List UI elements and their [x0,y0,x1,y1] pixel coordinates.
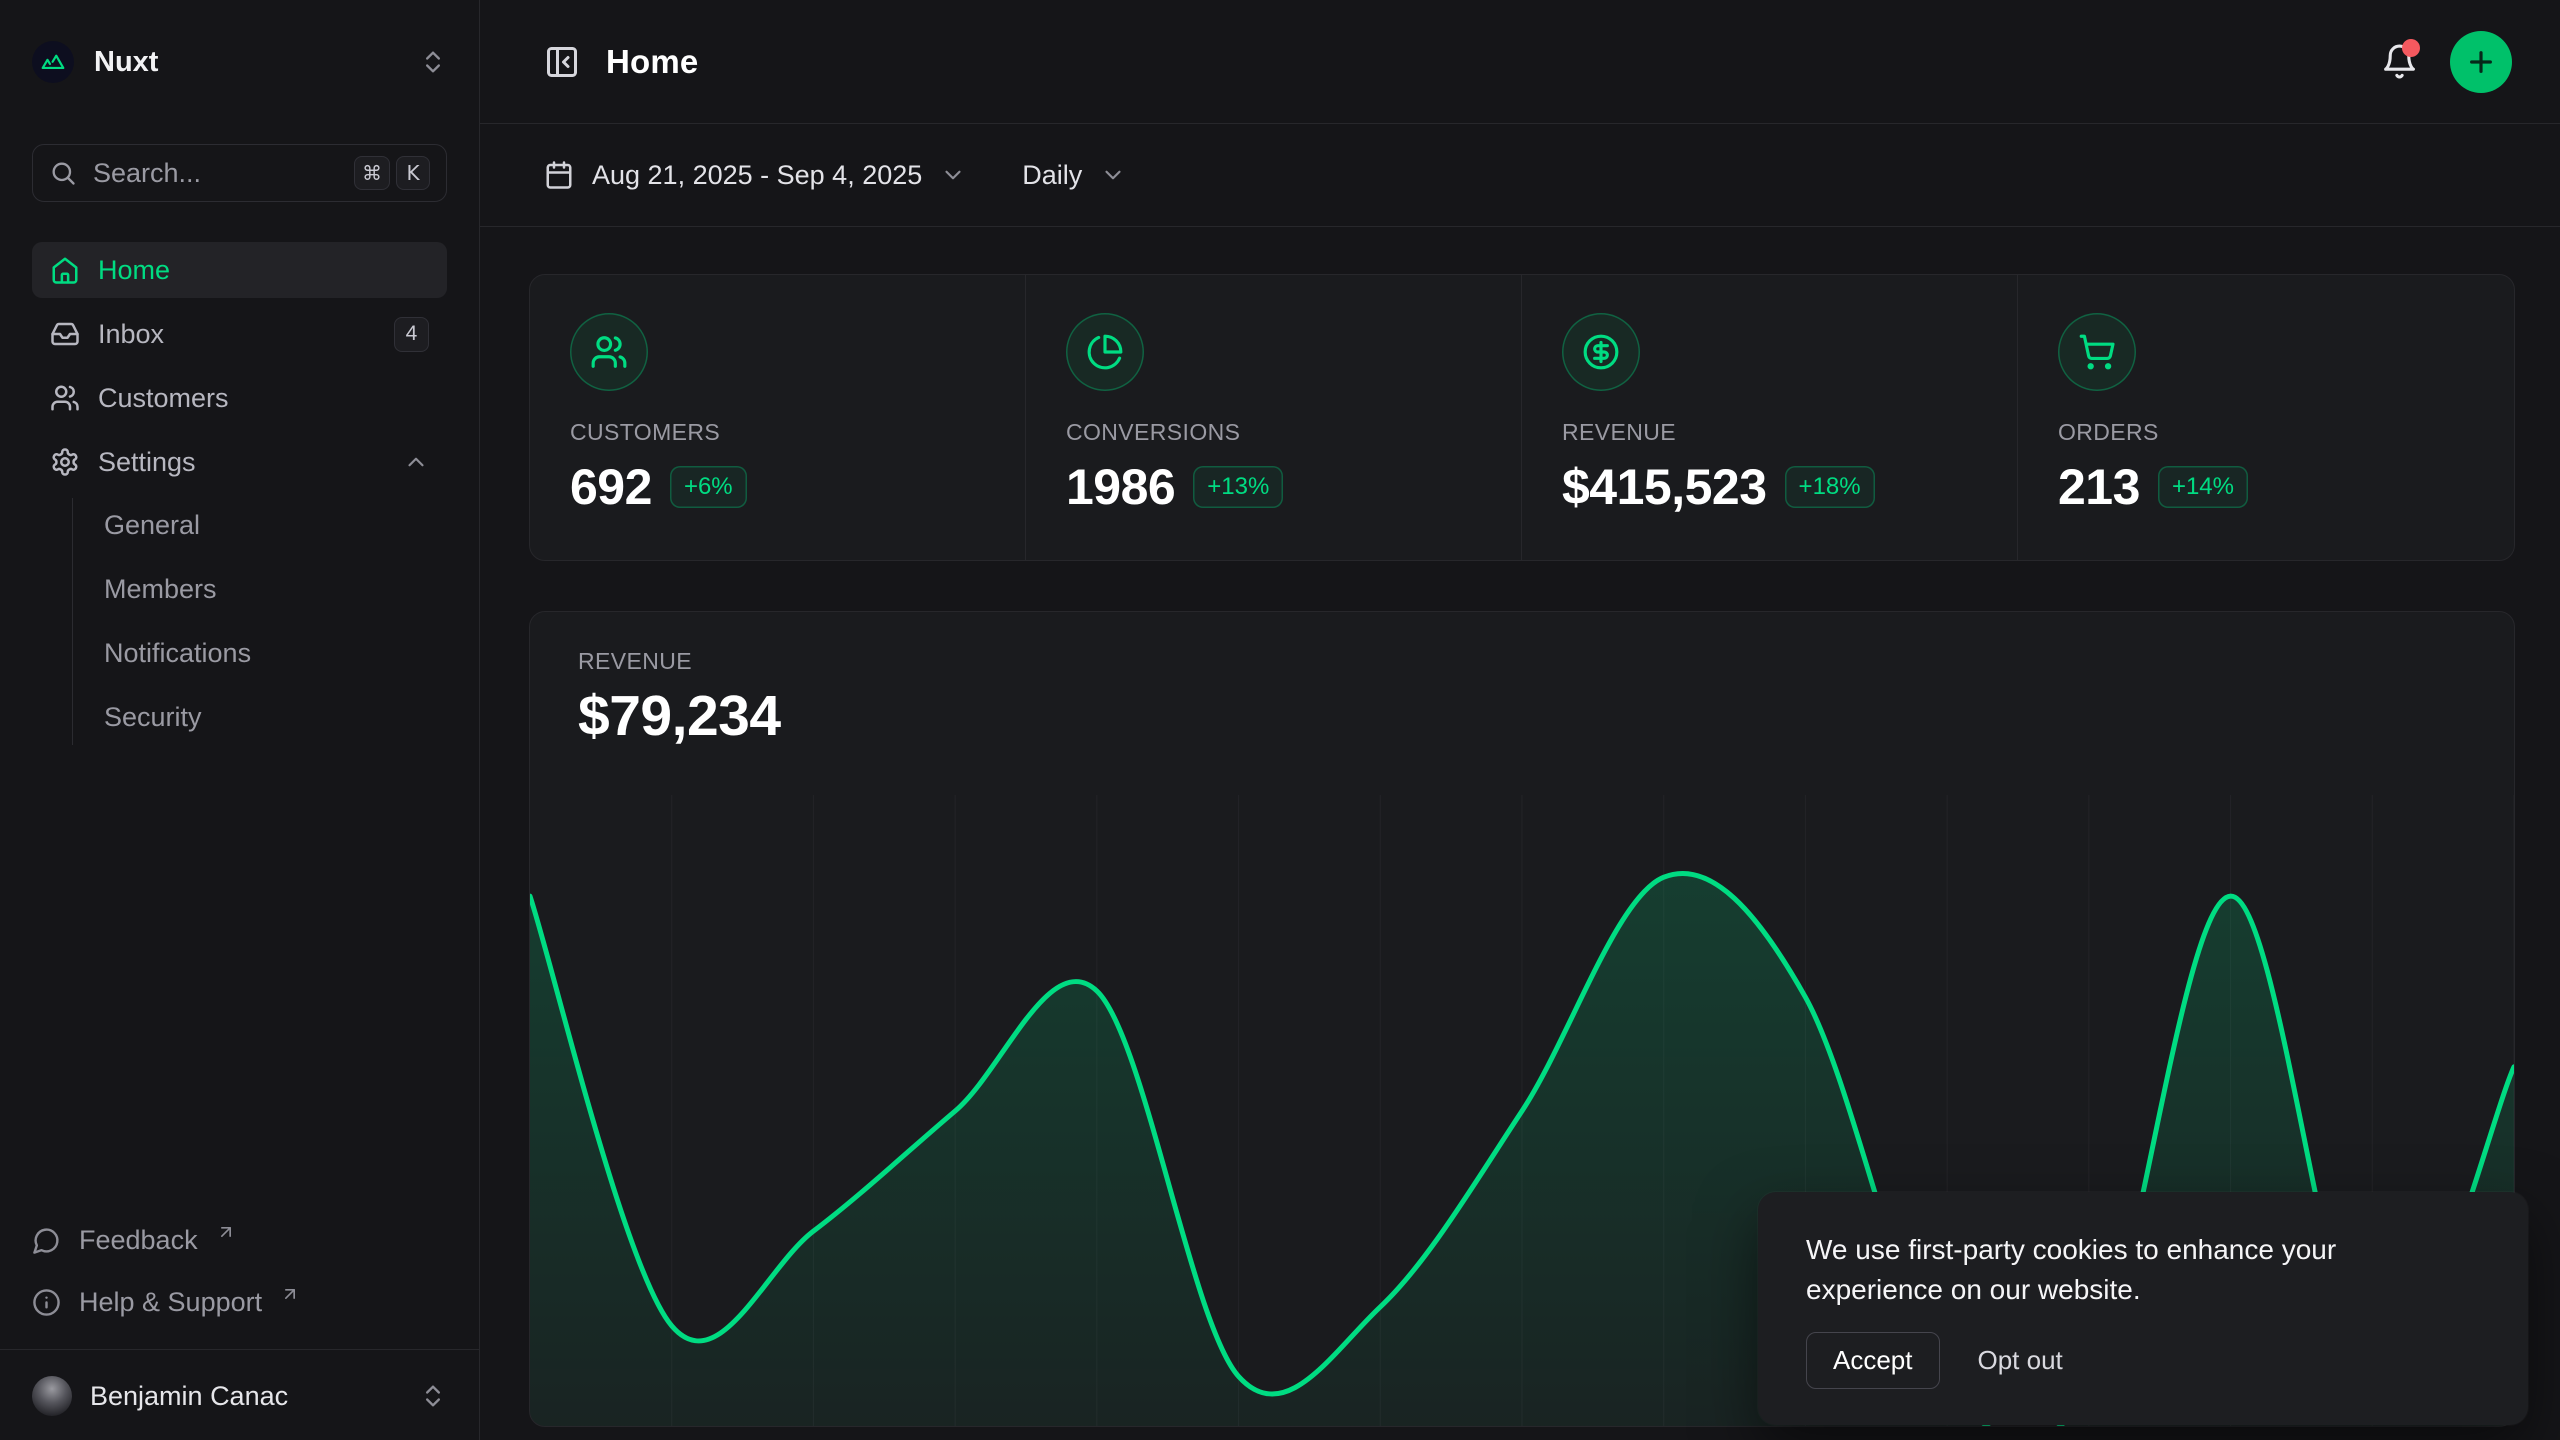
accept-cookies-button[interactable]: Accept [1806,1332,1940,1389]
users-icon [570,313,648,391]
cookie-actions: Accept Opt out [1806,1332,2480,1389]
stat-value: 1986 [1066,458,1175,516]
cookie-banner: We use first-party cookies to enhance yo… [1758,1192,2528,1425]
sidebar-subitem-notifications[interactable]: Notifications [104,626,447,681]
pie-chart-icon [1066,313,1144,391]
header-actions [2381,31,2512,93]
chevron-down-icon [940,162,966,188]
notification-dot [2402,39,2420,57]
stat-label: CUSTOMERS [570,419,985,446]
stat-card-customers: CUSTOMERS 692 +6% [530,275,1026,560]
chevrons-up-down-icon [419,1382,447,1410]
nav-label: Inbox [98,319,164,350]
user-avatar [32,1376,72,1416]
arrow-up-right-icon [280,1292,300,1312]
stat-delta-badge: +18% [1785,466,1875,508]
message-icon [32,1226,61,1255]
chevrons-up-down-icon [419,48,447,76]
sidebar-item-inbox[interactable]: Inbox 4 [32,306,447,362]
sidebar-item-settings[interactable]: Settings [32,434,447,490]
sidebar-footer: Feedback Help & Support [32,1213,447,1337]
optout-cookies-button[interactable]: Opt out [1978,1345,2063,1376]
feedback-link[interactable]: Feedback [32,1213,447,1267]
collapse-sidebar-button[interactable] [544,44,580,80]
notifications-button[interactable] [2381,43,2418,80]
chevron-down-icon [1100,162,1126,188]
cart-icon [2058,313,2136,391]
granularity-value: Daily [1022,160,1082,191]
nav-label: Home [98,255,170,286]
stat-delta-badge: +14% [2158,466,2248,508]
search-placeholder: Search... [93,158,201,189]
stat-label: ORDERS [2058,419,2474,446]
sidebar-subitem-security[interactable]: Security [104,690,447,745]
stats-row: CUSTOMERS 692 +6% CONVERSIONS 1986 +13% REVENU… [529,274,2515,561]
sidebar-nav: Home Inbox 4 Customers Settings General Member… [32,242,447,755]
stat-card-conversions: CONVERSIONS 1986 +13% [1026,275,1522,560]
user-menu[interactable]: Benjamin Canac [32,1350,447,1416]
search-icon [49,159,77,187]
home-icon [50,255,80,285]
search-shortcut: ⌘ K [354,156,430,190]
stat-label: REVENUE [1562,419,1977,446]
revenue-card-header: REVENUE $79,234 [530,612,2514,749]
sidebar-item-customers[interactable]: Customers [32,370,447,426]
help-support-label: Help & Support [79,1287,262,1318]
chevron-up-icon [403,449,429,475]
users-icon [50,383,80,413]
plus-icon [2465,46,2497,78]
feedback-label: Feedback [79,1225,198,1256]
inbox-count-badge: 4 [394,317,429,352]
info-icon [32,1288,61,1317]
settings-icon [50,447,80,477]
stat-card-revenue: REVENUE $415,523 +18% [1522,275,2018,560]
arrow-up-right-icon [216,1230,236,1250]
stat-label: CONVERSIONS [1066,419,1481,446]
page-header: Home [480,0,2560,124]
sidebar-subitem-members[interactable]: Members [104,562,447,617]
help-support-link[interactable]: Help & Support [32,1275,447,1329]
stat-delta-badge: +13% [1193,466,1283,508]
stat-card-orders: ORDERS 213 +14% [2018,275,2514,560]
cookie-message: We use first-party cookies to enhance yo… [1806,1230,2480,1310]
filter-bar: Aug 21, 2025 - Sep 4, 2025 Daily [480,124,2560,227]
revenue-label: REVENUE [578,648,2466,675]
revenue-value: $79,234 [578,683,2466,749]
add-button[interactable] [2450,31,2512,93]
settings-subnav: General Members Notifications Security [72,498,447,745]
sidebar-subitem-general[interactable]: General [104,498,447,553]
kbd-k: K [396,156,430,190]
kbd-command: ⌘ [354,156,390,190]
nav-label: Settings [98,447,196,478]
granularity-select[interactable]: Daily [1022,160,1126,191]
calendar-icon [544,160,574,190]
nuxt-logo-icon [32,41,74,83]
brand-name: Nuxt [94,46,158,79]
search-input[interactable]: Search... ⌘ K [32,144,447,202]
sidebar: Nuxt Search... ⌘ K Home Inbox 4 Customers Se… [0,0,480,1440]
user-name: Benjamin Canac [90,1381,288,1412]
sidebar-item-home[interactable]: Home [32,242,447,298]
workspace-switcher[interactable]: Nuxt [32,40,447,84]
page-title: Home [606,43,699,81]
stat-value: 692 [570,458,652,516]
nav-label: Customers [98,383,229,414]
date-range-value: Aug 21, 2025 - Sep 4, 2025 [592,160,922,191]
dollar-circle-icon [1562,313,1640,391]
inbox-icon [50,319,80,349]
date-range-picker[interactable]: Aug 21, 2025 - Sep 4, 2025 [544,160,966,191]
stat-delta-badge: +6% [670,466,747,508]
stat-value: $415,523 [1562,458,1767,516]
stat-value: 213 [2058,458,2140,516]
